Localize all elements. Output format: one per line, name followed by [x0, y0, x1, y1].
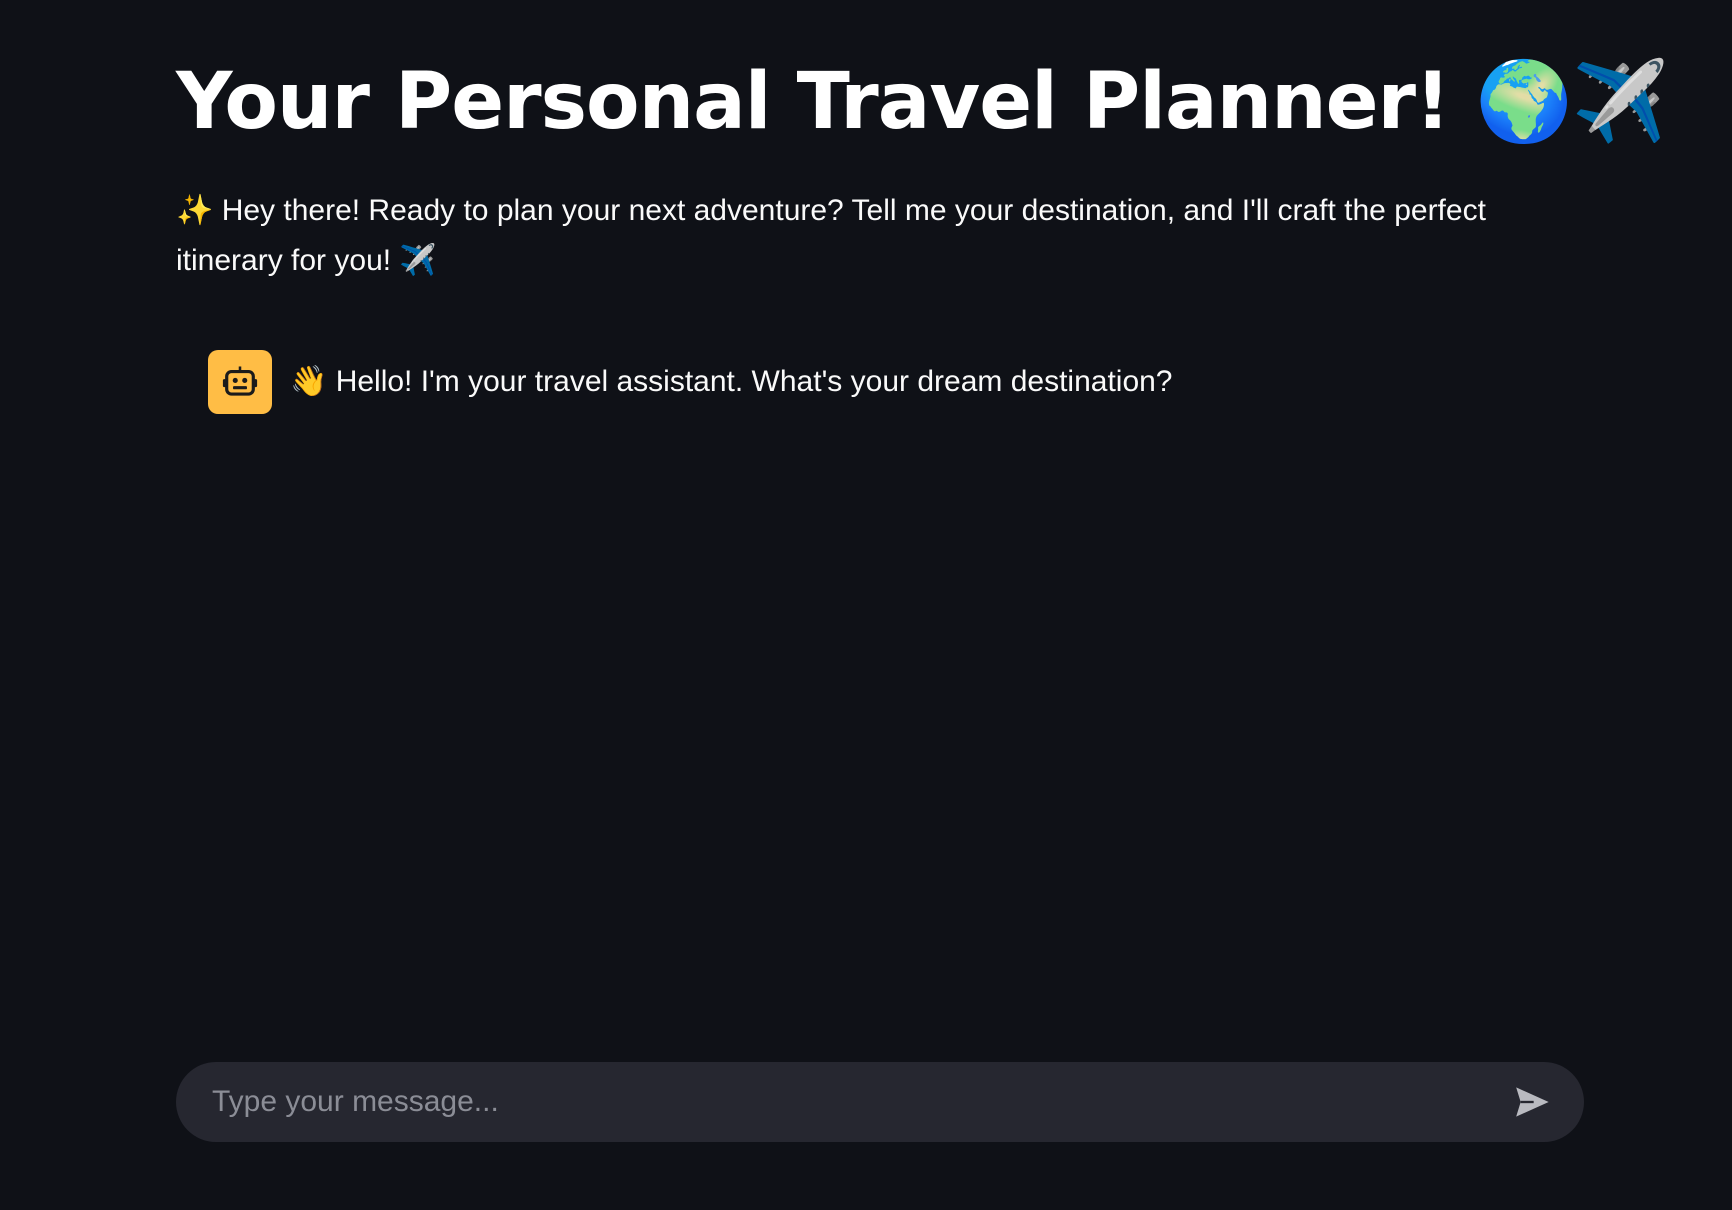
send-icon — [1516, 1087, 1549, 1117]
assistant-message: 👋 Hello! I'm your travel assistant. What… — [208, 350, 1173, 414]
send-button[interactable] — [1504, 1074, 1560, 1130]
chat-message-input[interactable] — [210, 1071, 1504, 1133]
app-root: Your Personal Travel Planner! 🌍✈️ ✨ Hey … — [0, 0, 1732, 1210]
page-title: Your Personal Travel Planner! 🌍✈️ — [176, 57, 1669, 147]
assistant-avatar — [208, 350, 272, 414]
robot-icon — [222, 366, 258, 396]
message-text: 👋 Hello! I'm your travel assistant. What… — [290, 365, 1173, 398]
chat-input-bar — [176, 1062, 1584, 1142]
intro-text: ✨ Hey there! Ready to plan your next adv… — [176, 194, 1486, 277]
